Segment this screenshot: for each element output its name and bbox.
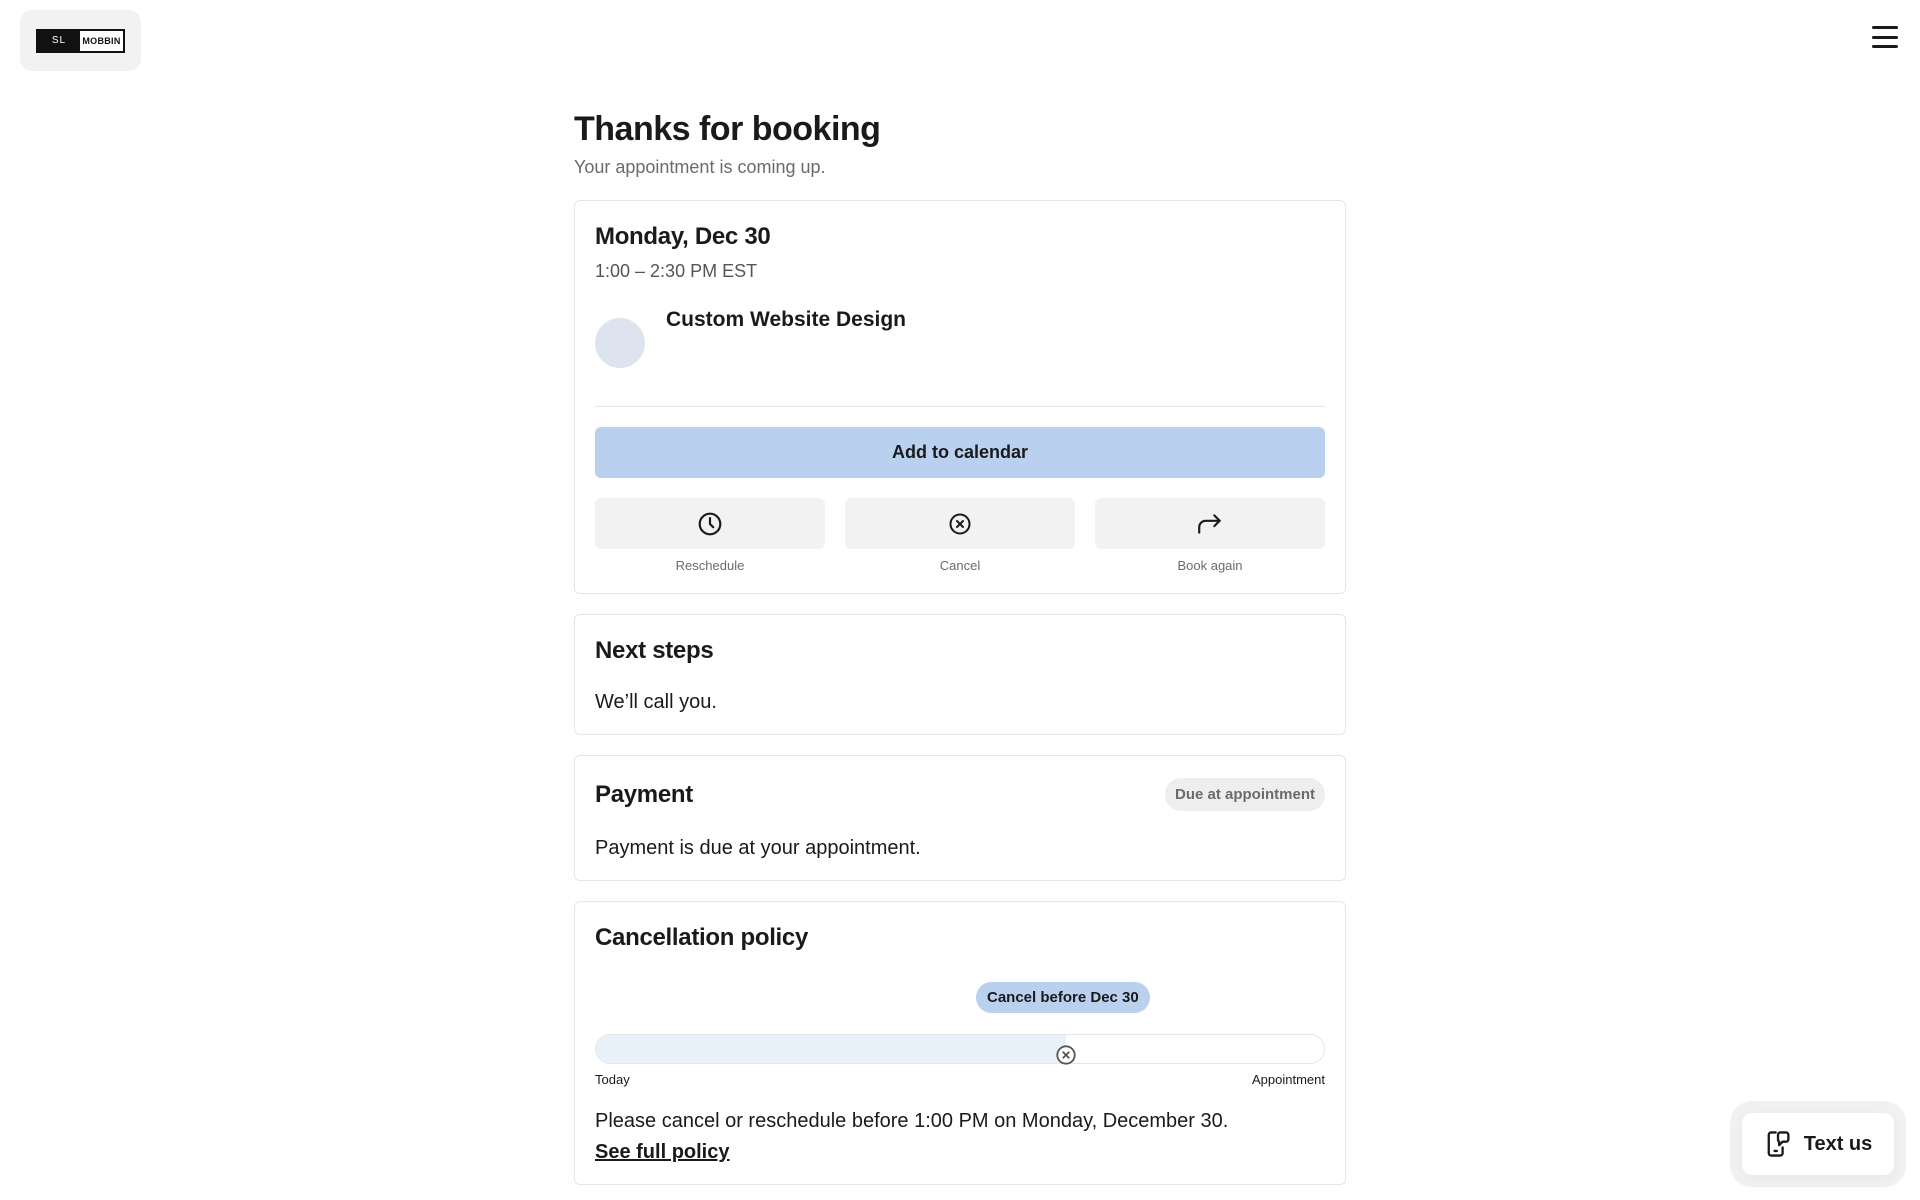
cancel-label: Cancel xyxy=(939,558,981,573)
x-circle-icon xyxy=(1056,1045,1076,1065)
text-us-label: Text us xyxy=(1803,1132,1873,1155)
cancellation-policy-text: Please cancel or reschedule before 1:00 … xyxy=(595,1110,1229,1132)
appointment-date: Monday, Dec 30 xyxy=(595,223,771,250)
book-again-action: Book again xyxy=(1095,498,1325,573)
appointment-time: 1:00 – 2:30 PM EST xyxy=(595,261,758,281)
logo-mark: SL MOBBIN xyxy=(36,28,125,53)
service-row: Custom Website Design xyxy=(595,308,1325,407)
reschedule-label: Reschedule xyxy=(675,558,745,573)
x-circle-icon xyxy=(949,513,971,534)
logo-initials: SL xyxy=(38,30,80,51)
add-to-calendar-button[interactable]: Add to calendar xyxy=(595,427,1325,478)
timeline-track-fill xyxy=(596,1035,1066,1063)
cancellation-title: Cancellation policy xyxy=(595,924,809,951)
next-steps-card: Next steps We’ll call you. xyxy=(574,614,1346,735)
timeline-start-label: Today xyxy=(595,1072,630,1087)
brand-logo[interactable]: SL MOBBIN xyxy=(20,10,141,71)
hamburger-menu-icon[interactable] xyxy=(1870,24,1900,50)
cancellation-card: Cancellation policy Cancel before Dec 30… xyxy=(574,901,1346,1185)
payment-card: Payment Due at appointment Payment is du… xyxy=(574,755,1346,881)
page-title: Thanks for booking xyxy=(574,110,881,148)
appointment-card: Monday, Dec 30 1:00 – 2:30 PM EST Custom… xyxy=(574,200,1346,594)
next-steps-text: We’ll call you. xyxy=(595,691,717,713)
book-again-label: Book again xyxy=(1177,558,1243,573)
service-avatar xyxy=(595,318,645,368)
book-again-button[interactable] xyxy=(1095,498,1325,549)
see-full-policy-link[interactable]: See full policy xyxy=(595,1141,729,1164)
booking-confirmation: Thanks for booking Your appointment is c… xyxy=(574,110,1346,1185)
timeline-track xyxy=(595,1034,1325,1064)
reschedule-button[interactable] xyxy=(595,498,825,549)
cancellation-timeline: Cancel before Dec 30 Today Appointment xyxy=(595,982,1325,1092)
payment-header: Payment Due at appointment xyxy=(595,778,1325,811)
payment-status-badge: Due at appointment xyxy=(1164,778,1325,811)
next-steps-title: Next steps xyxy=(595,637,714,664)
timeline-end-label: Appointment xyxy=(1252,1072,1325,1087)
clock-icon xyxy=(698,512,722,535)
phone-chat-icon xyxy=(1767,1131,1790,1157)
page-subtitle: Your appointment is coming up. xyxy=(574,157,826,177)
service-name: Custom Website Design xyxy=(666,308,906,331)
cancel-action: Cancel xyxy=(845,498,1075,573)
cancel-button[interactable] xyxy=(845,498,1075,549)
payment-text: Payment is due at your appointment. xyxy=(595,837,921,859)
redo-arrow-icon xyxy=(1198,513,1221,534)
appointment-actions: Reschedule Cancel Book again xyxy=(595,498,1325,573)
cancel-deadline-badge: Cancel before Dec 30 xyxy=(976,982,1150,1013)
text-us-button[interactable]: Text us xyxy=(1742,1113,1894,1175)
logo-wordmark: MOBBIN xyxy=(82,35,121,46)
payment-title: Payment xyxy=(595,780,693,808)
reschedule-action: Reschedule xyxy=(595,498,825,573)
